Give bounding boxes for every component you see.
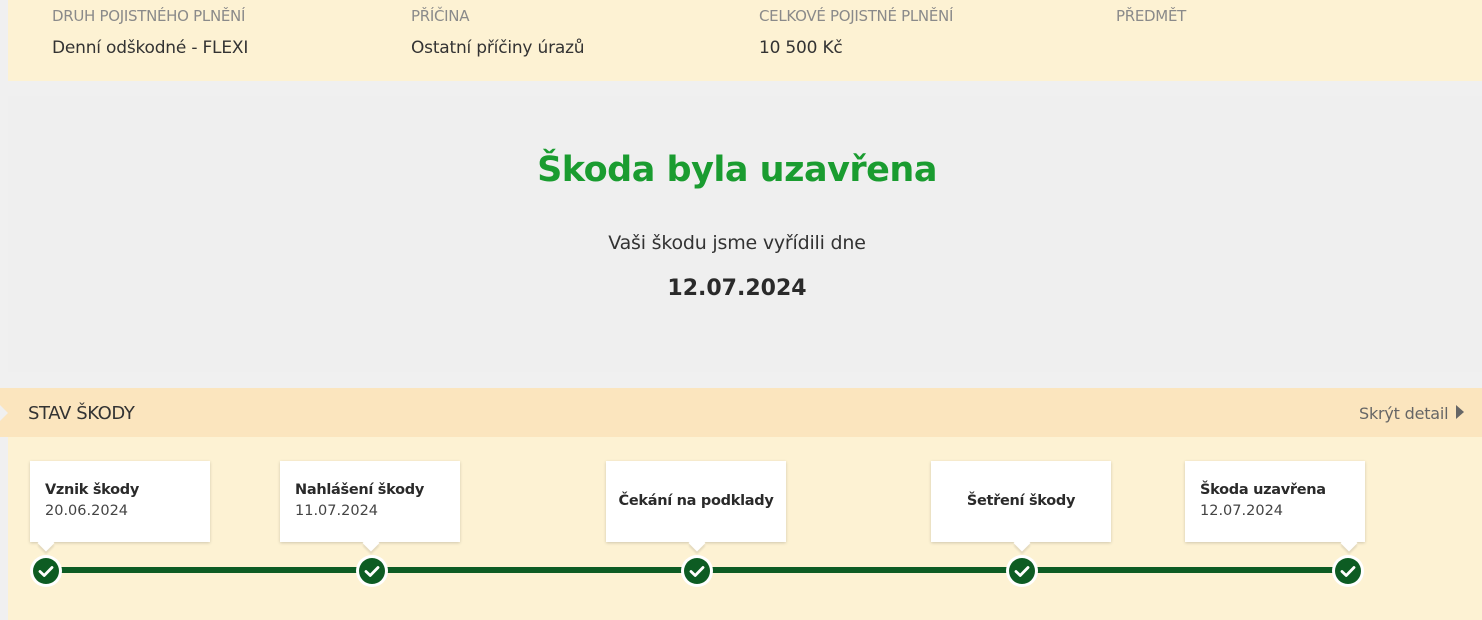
claim-type-label: DRUH POJISTNÉHO PLNĚNÍ	[52, 7, 246, 25]
step-name: Šetření škody	[966, 493, 1076, 509]
claim-type-value: Denní odškodné - FLEXI	[52, 38, 249, 58]
status-header-notch	[0, 405, 8, 421]
check-circle-icon	[681, 555, 713, 587]
claim-closed-subtitle: Vaši škodu jsme vyřídili dne	[608, 232, 866, 254]
timeline-step-card: Šetření škody	[931, 461, 1111, 552]
timeline-step-card: Vznik škody 20.06.2024	[30, 461, 210, 552]
claim-closed-date: 12.07.2024	[667, 276, 807, 301]
step-name: Nahlášení škody	[295, 482, 424, 498]
step-date: 11.07.2024	[295, 503, 379, 519]
total-payout-value: 10 500 Kč	[759, 38, 843, 58]
step-date: 12.07.2024	[1200, 503, 1284, 519]
claim-closed-title: Škoda byla uzavřena	[537, 150, 937, 190]
step-date: 20.06.2024	[45, 503, 129, 519]
step-name: Vznik škody	[45, 482, 140, 498]
cause-label: PŘÍČINA	[411, 7, 470, 25]
status-title: STAV ŠKODY	[28, 403, 135, 424]
timeline-step-card: Škoda uzavřena 12.07.2024	[1185, 461, 1365, 552]
step-name: Škoda uzavřena	[1200, 482, 1326, 498]
cause-value: Ostatní příčiny úrazů	[411, 38, 585, 58]
check-circle-icon	[356, 555, 388, 587]
status-header	[0, 388, 1482, 437]
check-circle-icon	[1006, 555, 1038, 587]
check-circle-icon	[1332, 555, 1364, 587]
hide-detail-link[interactable]: Skrýt detail	[1359, 404, 1449, 423]
caret-right-icon[interactable]	[1456, 405, 1464, 419]
step-name: Čekání na podklady	[618, 493, 774, 509]
check-circle-icon	[30, 555, 62, 587]
subject-label: PŘEDMĚT	[1116, 7, 1186, 25]
timeline-step-card: Čekání na podklady	[606, 461, 786, 552]
total-payout-label: CELKOVÉ POJISTNÉ PLNĚNÍ	[759, 7, 954, 25]
timeline-step-card: Nahlášení škody 11.07.2024	[280, 461, 460, 552]
